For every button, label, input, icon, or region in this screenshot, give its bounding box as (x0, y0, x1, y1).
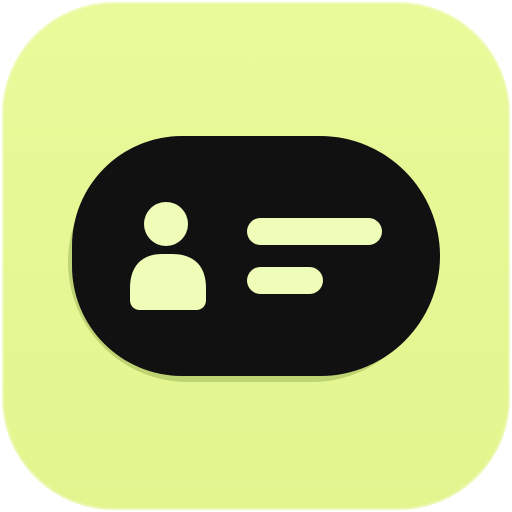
person-icon (130, 202, 206, 310)
app-icon-canvas (0, 0, 512, 512)
text-line-short (247, 267, 323, 294)
text-line-long (247, 218, 382, 245)
